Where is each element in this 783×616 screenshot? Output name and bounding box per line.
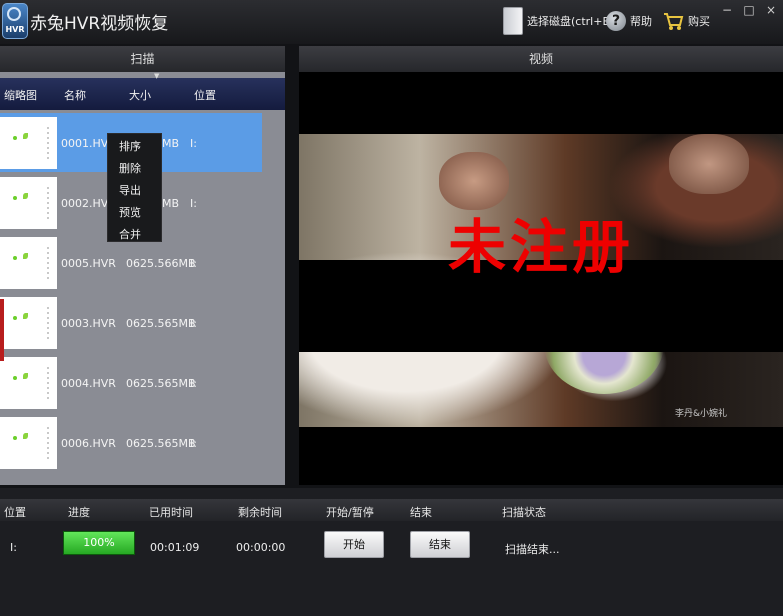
file-size: 0625.565MB	[126, 317, 196, 330]
file-row[interactable]: 0003.HVR 0625.565MB I:	[0, 292, 285, 352]
file-size: 0625.565MB	[126, 437, 196, 450]
status-header-scan-status: 扫描状态	[502, 506, 546, 519]
column-size[interactable]: 大小	[129, 87, 151, 103]
file-location: I:	[190, 317, 197, 330]
column-name[interactable]: 名称	[64, 87, 86, 103]
menu-item-sort[interactable]: 排序	[119, 138, 141, 154]
file-name: 0004.HVR	[61, 377, 116, 390]
help-button[interactable]: ? 帮助	[606, 6, 652, 36]
file-row[interactable]: 0006.HVR 0625.565MB I:	[0, 412, 285, 472]
scan-panel-header: 扫描	[0, 46, 285, 72]
buy-button[interactable]: 购买	[662, 6, 710, 36]
file-size: 0625.566MB	[126, 257, 196, 270]
context-menu: 排序 删除 导出 预览 合并	[107, 133, 162, 242]
file-location: I:	[190, 437, 197, 450]
file-location: I:	[190, 377, 197, 390]
status-header: 位置 进度 已用时间 剩余时间 开始/暂停 结束 扫描状态	[0, 499, 783, 521]
menu-item-merge[interactable]: 合并	[119, 226, 141, 242]
thumbnail-image	[0, 237, 57, 289]
video-caption: 李丹&小婉礼	[675, 409, 728, 419]
app-logo-icon: HVR	[2, 3, 28, 39]
file-location: I:	[190, 137, 197, 150]
logo-text: HVR	[5, 25, 25, 34]
thumbnail-image	[0, 177, 57, 229]
video-panel-header: 视频	[299, 46, 783, 72]
minimize-button[interactable]: −	[718, 2, 736, 18]
thumbnail-image	[0, 417, 57, 469]
status-header-location: 位置	[4, 506, 26, 519]
close-button[interactable]: ×	[762, 2, 780, 18]
maximize-button[interactable]: □	[740, 2, 758, 18]
scan-status-text: 扫描结束...	[505, 543, 560, 556]
end-button[interactable]: 结束	[410, 531, 470, 558]
select-disk-button[interactable]: 选择磁盘(ctrl+E)	[503, 6, 614, 36]
help-label: 帮助	[630, 15, 652, 28]
status-header-start-pause: 开始/暂停	[326, 506, 374, 519]
file-size: MB	[162, 137, 180, 150]
remaining-time: 00:00:00	[236, 541, 286, 554]
column-thumbnail[interactable]: 缩略图	[4, 87, 37, 103]
unregistered-watermark: 未注册	[447, 213, 634, 281]
file-list-header: 缩略图 名称 大小 位置	[0, 78, 285, 110]
file-size: MB	[162, 197, 180, 210]
menu-item-export[interactable]: 导出	[119, 182, 141, 198]
file-name: 0005.HVR	[61, 257, 116, 270]
file-row[interactable]: 0004.HVR 0625.565MB I:	[0, 352, 285, 412]
video-preview[interactable]: 未注册 李丹&小婉礼	[299, 72, 783, 485]
buy-label: 购买	[688, 15, 710, 28]
thumbnail-image	[0, 357, 57, 409]
menu-item-preview[interactable]: 预览	[119, 204, 141, 220]
progress-bar: 100%	[63, 531, 135, 555]
elapsed-time: 00:01:09	[150, 541, 200, 554]
start-button[interactable]: 开始	[324, 531, 384, 558]
status-location: I:	[10, 541, 17, 554]
select-disk-label: 选择磁盘(ctrl+E)	[527, 15, 614, 28]
status-header-elapsed: 已用时间	[149, 506, 193, 519]
column-location[interactable]: 位置	[194, 87, 216, 103]
status-header-progress: 进度	[68, 506, 90, 519]
file-name: 0003.HVR	[61, 317, 116, 330]
file-location: I:	[190, 257, 197, 270]
file-name: 0006.HVR	[61, 437, 116, 450]
menu-item-delete[interactable]: 删除	[119, 160, 141, 176]
side-tab[interactable]	[0, 299, 4, 361]
thumbnail-image	[0, 297, 57, 349]
thumbnail-image	[0, 117, 57, 169]
app-title: 赤兔HVR视频恢复	[30, 14, 169, 34]
help-icon: ?	[606, 11, 626, 31]
sort-arrow-icon: ▼	[154, 72, 160, 80]
progress-text: 100%	[83, 536, 115, 549]
cart-icon	[664, 13, 684, 30]
file-location: I:	[190, 197, 197, 210]
status-header-end: 结束	[410, 506, 432, 519]
file-size: 0625.565MB	[126, 377, 196, 390]
disk-icon	[503, 7, 523, 35]
status-header-remaining: 剩余时间	[238, 506, 282, 519]
